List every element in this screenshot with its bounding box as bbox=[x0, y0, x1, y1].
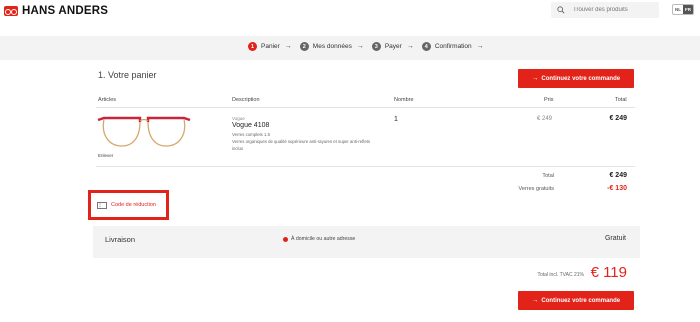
step-cart[interactable]: 1 Panier → bbox=[248, 42, 292, 51]
col-articles: Articles bbox=[98, 97, 117, 103]
step-number: 4 bbox=[421, 42, 431, 51]
delivery-cost: Gratuit bbox=[604, 235, 626, 242]
continue-label: Continuez votre commande bbox=[541, 75, 621, 82]
search-input[interactable] bbox=[573, 7, 655, 13]
step-number: 1 bbox=[248, 42, 257, 51]
arrow-right-icon: → bbox=[406, 43, 414, 50]
item-total: € 249 bbox=[609, 115, 627, 122]
checkout-steps: 1 Panier → 2 Mes données → 3 Payer → 4 C… bbox=[248, 42, 492, 51]
arrow-right-icon: → bbox=[531, 75, 539, 82]
remove-item-link[interactable]: Enlever bbox=[98, 153, 113, 158]
col-quantity: Nombre bbox=[394, 97, 414, 103]
ticket-icon bbox=[97, 201, 107, 209]
product-description: Verres complets 1.5 Verres organiques de… bbox=[232, 131, 397, 152]
brand-name: HANS ANDERS bbox=[22, 5, 109, 17]
subtotal-label: Total bbox=[542, 173, 554, 179]
step-details[interactable]: 2 Mes données → bbox=[299, 42, 364, 51]
discount-label: Verres gratuits bbox=[518, 186, 554, 192]
delivery-title: Livraison bbox=[105, 235, 136, 244]
col-price: Prix bbox=[544, 97, 554, 103]
delivery-radio[interactable] bbox=[283, 237, 288, 242]
logo-icon bbox=[4, 6, 18, 16]
continue-order-button-bottom[interactable]: → Continuez votre commande bbox=[518, 291, 634, 310]
step-label: Confirmation bbox=[434, 43, 472, 50]
col-total: Total bbox=[615, 97, 627, 103]
desc-line: inclus bbox=[232, 146, 243, 151]
subtotal-value: € 249 bbox=[609, 172, 627, 179]
eyeglasses-image[interactable] bbox=[96, 114, 192, 150]
item-quantity: 1 bbox=[394, 116, 398, 123]
arrow-right-icon: → bbox=[356, 43, 364, 50]
arrow-right-icon: → bbox=[531, 297, 539, 304]
search-bar[interactable] bbox=[551, 2, 659, 18]
step-payment[interactable]: 3 Payer → bbox=[371, 42, 414, 51]
step-label: Mes données bbox=[312, 43, 352, 50]
grand-total-value: € 119 bbox=[590, 264, 627, 281]
step-confirmation[interactable]: 4 Confirmation → bbox=[421, 42, 484, 51]
continue-label: Continuez votre commande bbox=[541, 297, 621, 304]
step-label: Panier bbox=[261, 43, 280, 50]
lang-fr[interactable]: FR bbox=[683, 5, 693, 14]
product-name[interactable]: Vogue 4108 bbox=[232, 122, 269, 129]
search-icon[interactable] bbox=[557, 6, 565, 14]
step-number: 3 bbox=[371, 42, 381, 51]
divider bbox=[96, 166, 635, 167]
desc-line: Verres complets 1.5 bbox=[232, 132, 270, 137]
arrow-right-icon: → bbox=[284, 43, 292, 50]
discount-code-label: Code de réduction bbox=[111, 202, 156, 208]
step-number: 2 bbox=[299, 42, 309, 51]
cart-title: 1. Votre panier bbox=[98, 70, 157, 80]
discount-code-button[interactable]: Code de réduction bbox=[88, 190, 169, 220]
continue-order-button-top[interactable]: → Continuez votre commande bbox=[518, 69, 634, 88]
brand-logo[interactable]: HANS ANDERS bbox=[4, 5, 108, 17]
desc-line: Verres organiques de qualité supérieure … bbox=[232, 139, 371, 144]
item-price: € 249 bbox=[537, 116, 553, 122]
arrow-right-icon: → bbox=[476, 43, 484, 50]
product-brand: Vogue bbox=[232, 116, 245, 121]
delivery-option[interactable]: À domicile ou autre adresse bbox=[291, 236, 355, 242]
discount-value: -€ 130 bbox=[607, 185, 627, 192]
divider bbox=[96, 107, 635, 108]
lang-nl[interactable]: NL bbox=[673, 5, 683, 14]
delivery-section: Livraison À domicile ou autre adresse Gr… bbox=[93, 226, 640, 258]
grand-total-label: Total incl. TVAC 21% bbox=[537, 272, 584, 278]
col-description: Description bbox=[232, 97, 260, 103]
language-switch[interactable]: NL FR bbox=[672, 4, 694, 15]
site-header: HANS ANDERS NL FR bbox=[0, 0, 700, 36]
step-label: Payer bbox=[384, 43, 402, 50]
